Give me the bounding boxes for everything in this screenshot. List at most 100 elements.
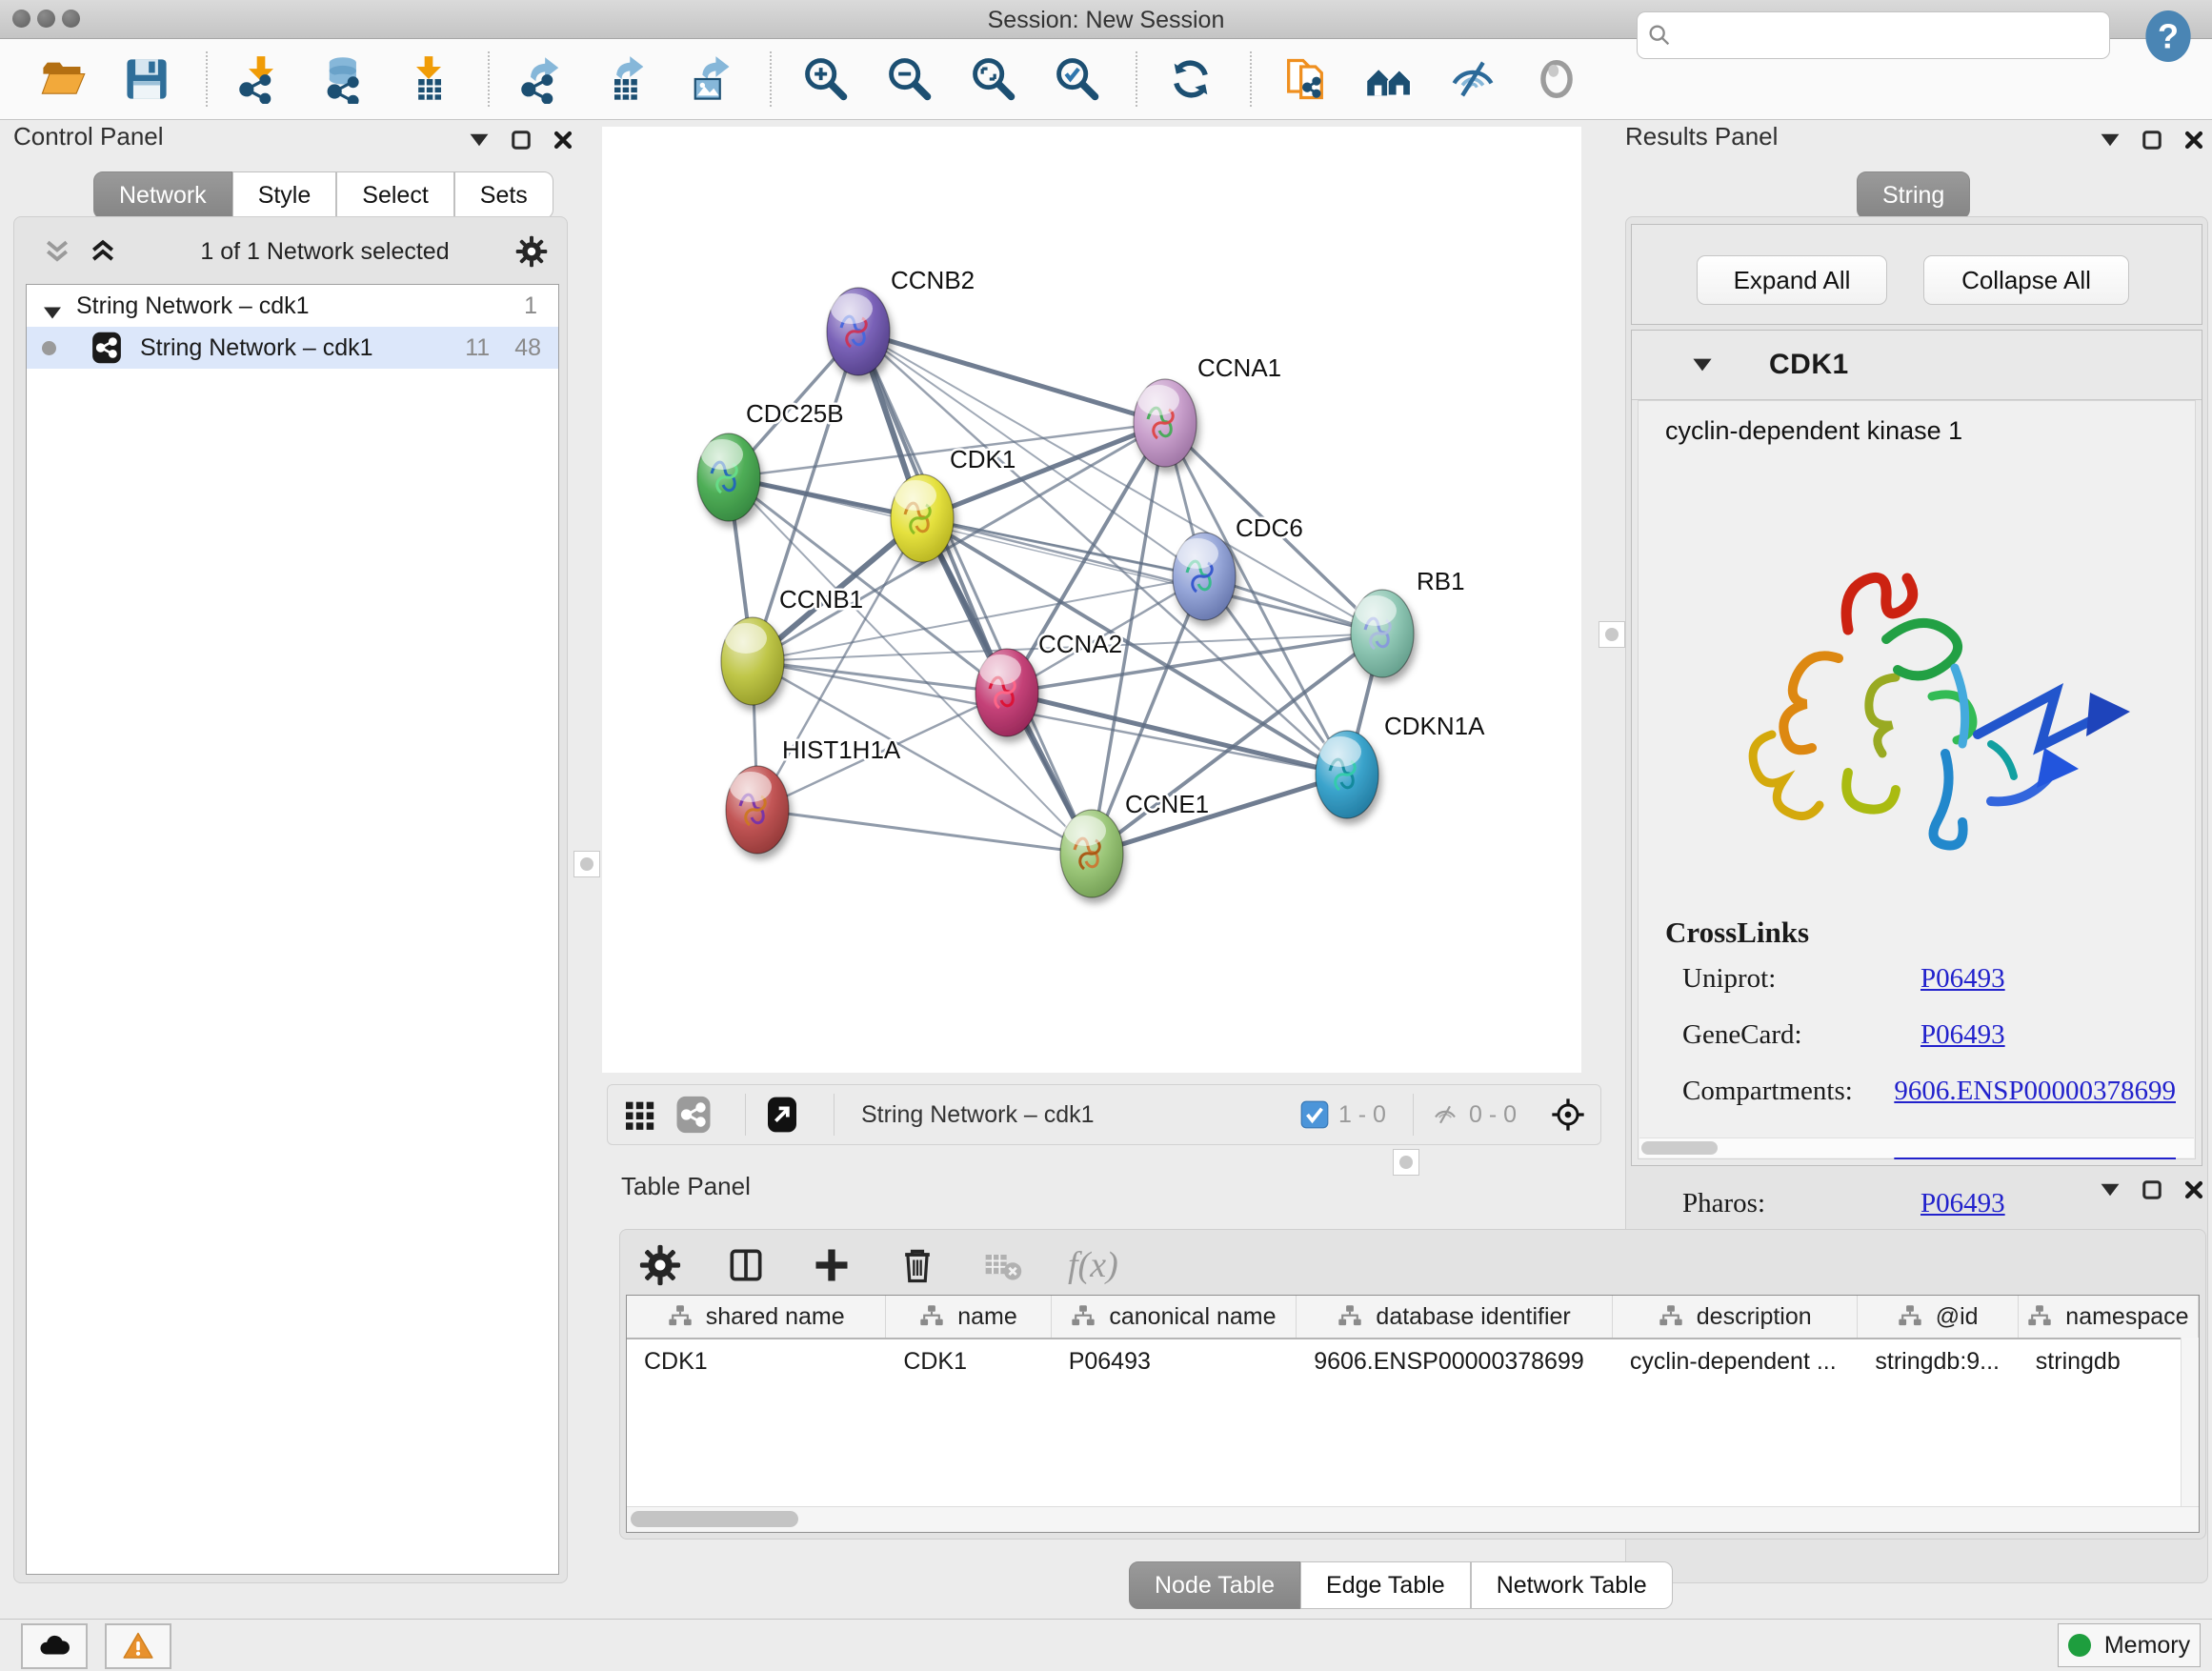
- tab-node-table[interactable]: Node Table: [1129, 1561, 1300, 1609]
- export-image-icon[interactable]: [686, 54, 735, 104]
- network-node-count: 11: [465, 334, 490, 362]
- refresh-layout-icon[interactable]: [1166, 54, 1216, 104]
- node-CCNA1[interactable]: CCNA1: [1134, 353, 1281, 467]
- crosslink-link[interactable]: P06493: [1920, 1188, 2005, 1219]
- search-input[interactable]: [1637, 11, 2110, 59]
- zoom-fit-icon[interactable]: [968, 54, 1017, 104]
- edge-CCNB2-CCNE1[interactable]: [858, 332, 1092, 854]
- column-header-namespace[interactable]: namespace: [2019, 1296, 2199, 1338]
- column-label: namespace: [2065, 1303, 2188, 1331]
- left-splitter-handle[interactable]: [573, 851, 600, 877]
- tree-collapse-triangle-icon[interactable]: [42, 299, 63, 313]
- collapse-all-networks-icon[interactable]: [43, 239, 71, 264]
- node-CDC25B[interactable]: CDC25B: [697, 399, 844, 521]
- export-table-icon[interactable]: [602, 54, 652, 104]
- collapse-triangle-icon[interactable]: [1691, 357, 1714, 372]
- close-icon[interactable]: [2183, 1179, 2204, 1200]
- close-icon[interactable]: [2183, 130, 2204, 151]
- tab-style[interactable]: Style: [232, 171, 337, 219]
- edge-HIST1H1A-CCNE1[interactable]: [757, 810, 1092, 854]
- crosslink-link[interactable]: P06493: [1920, 963, 2005, 995]
- table-vertical-scrollbar[interactable]: [2181, 1338, 2199, 1507]
- results-horizontal-scrollbar[interactable]: [1639, 1137, 2194, 1158]
- panel-menu-icon[interactable]: [2100, 1179, 2121, 1200]
- grid-view-icon[interactable]: [621, 1096, 659, 1134]
- table-cell[interactable]: cyclin-dependent ...: [1613, 1348, 1858, 1376]
- open-session-icon[interactable]: [1280, 54, 1330, 104]
- float-window-icon[interactable]: [2142, 1179, 2162, 1200]
- table-cell[interactable]: P06493: [1052, 1348, 1297, 1376]
- node-CCNE1[interactable]: CCNE1: [1060, 790, 1209, 897]
- table-horizontal-scrollbar[interactable]: [627, 1506, 2199, 1532]
- edge-CCNB2-CCNA1[interactable]: [858, 332, 1165, 423]
- table-row[interactable]: CDK1CDK1P064939606.ENSP00000378699cyclin…: [627, 1339, 2199, 1383]
- open-file-icon[interactable]: [38, 54, 88, 104]
- network-canvas[interactable]: CCNB2CCNA1CDC25BCDK1CDC6RB1CCNB1CCNA2CDK…: [602, 127, 1581, 1073]
- tab-network-table[interactable]: Network Table: [1471, 1561, 1673, 1609]
- float-window-icon[interactable]: [2142, 130, 2162, 151]
- column-header-canonical-name[interactable]: canonical name: [1052, 1296, 1297, 1338]
- right-splitter-handle[interactable]: [1599, 621, 1625, 648]
- split-columns-icon[interactable]: [725, 1244, 767, 1286]
- delete-column-icon[interactable]: [896, 1244, 938, 1286]
- zoom-out-icon[interactable]: [884, 54, 934, 104]
- cloud-button[interactable]: [21, 1623, 88, 1669]
- node-RB1[interactable]: RB1: [1351, 567, 1465, 677]
- panel-menu-icon[interactable]: [2100, 130, 2121, 151]
- export-network-icon[interactable]: [518, 54, 568, 104]
- share-view-icon[interactable]: [674, 1096, 713, 1134]
- birdseye-view-icon[interactable]: [1549, 1096, 1587, 1134]
- panel-menu-icon[interactable]: [469, 130, 490, 151]
- column-header-description[interactable]: description: [1613, 1296, 1859, 1338]
- zoom-in-icon[interactable]: [800, 54, 850, 104]
- add-column-icon[interactable]: [811, 1244, 853, 1286]
- table-cell[interactable]: stringdb: [2019, 1348, 2199, 1376]
- import-table-icon[interactable]: [404, 54, 453, 104]
- show-hide-graphics-icon[interactable]: [1448, 54, 1498, 104]
- float-window-icon[interactable]: [511, 130, 532, 151]
- zoom-selected-icon[interactable]: [1052, 54, 1101, 104]
- table-options-gear-icon[interactable]: [639, 1244, 681, 1286]
- help-button[interactable]: ?: [2142, 8, 2194, 65]
- import-network-from-file-icon[interactable]: [236, 54, 286, 104]
- table-cell[interactable]: CDK1: [627, 1348, 886, 1376]
- hidden-eye-slash-icon[interactable]: [1431, 1100, 1459, 1129]
- edge-CCNB1-CCNA2[interactable]: [753, 661, 1007, 693]
- close-icon[interactable]: [553, 130, 573, 151]
- open-in-new-window-icon[interactable]: [763, 1096, 801, 1134]
- tab-sets[interactable]: Sets: [454, 171, 553, 219]
- home-icon[interactable]: [1364, 54, 1414, 104]
- selected-checkbox-icon[interactable]: [1300, 1100, 1329, 1129]
- network-options-gear-icon[interactable]: [515, 235, 548, 268]
- network-view-toolbar: String Network – cdk1 1 - 0 0 - 0: [607, 1084, 1601, 1145]
- node-CDKN1A[interactable]: CDKN1A: [1316, 712, 1485, 818]
- node-HIST1H1A[interactable]: HIST1H1A: [726, 735, 901, 854]
- memory-button[interactable]: Memory: [2058, 1623, 2201, 1667]
- network-tree-root-row[interactable]: String Network – cdk1 1: [27, 285, 558, 327]
- node-gloss: [1355, 595, 1397, 626]
- column-header-database-identifier[interactable]: database identifier: [1297, 1296, 1613, 1338]
- column-header-name[interactable]: name: [886, 1296, 1051, 1338]
- table-cell[interactable]: 9606.ENSP00000378699: [1297, 1348, 1613, 1376]
- import-network-from-database-icon[interactable]: [320, 54, 370, 104]
- eye-disabled-icon[interactable]: [1532, 54, 1581, 104]
- horizontal-splitter-handle[interactable]: [1393, 1149, 1419, 1176]
- tab-network[interactable]: Network: [93, 171, 232, 219]
- crosslink-link[interactable]: 9606.ENSP00000378699: [1894, 1076, 2176, 1107]
- warnings-button[interactable]: [105, 1623, 171, 1669]
- column-header--id[interactable]: @id: [1858, 1296, 2018, 1338]
- tab-select[interactable]: Select: [336, 171, 453, 219]
- table-panel-title: Table Panel: [621, 1172, 751, 1201]
- expand-all-button[interactable]: Expand All: [1697, 255, 1887, 305]
- collapse-all-button[interactable]: Collapse All: [1923, 255, 2129, 305]
- tab-string[interactable]: String: [1857, 171, 1970, 219]
- table-cell[interactable]: CDK1: [886, 1348, 1051, 1376]
- cdk1-card-header[interactable]: CDK1: [1632, 331, 2202, 400]
- column-header-shared-name[interactable]: shared name: [627, 1296, 886, 1338]
- save-session-icon[interactable]: [122, 54, 171, 104]
- table-cell[interactable]: stringdb:9...: [1858, 1348, 2018, 1376]
- crosslink-link[interactable]: P06493: [1920, 1019, 2005, 1051]
- network-tree-item-row[interactable]: String Network – cdk1 11 48: [27, 327, 558, 369]
- tab-edge-table[interactable]: Edge Table: [1300, 1561, 1471, 1609]
- expand-all-networks-icon[interactable]: [89, 239, 117, 264]
